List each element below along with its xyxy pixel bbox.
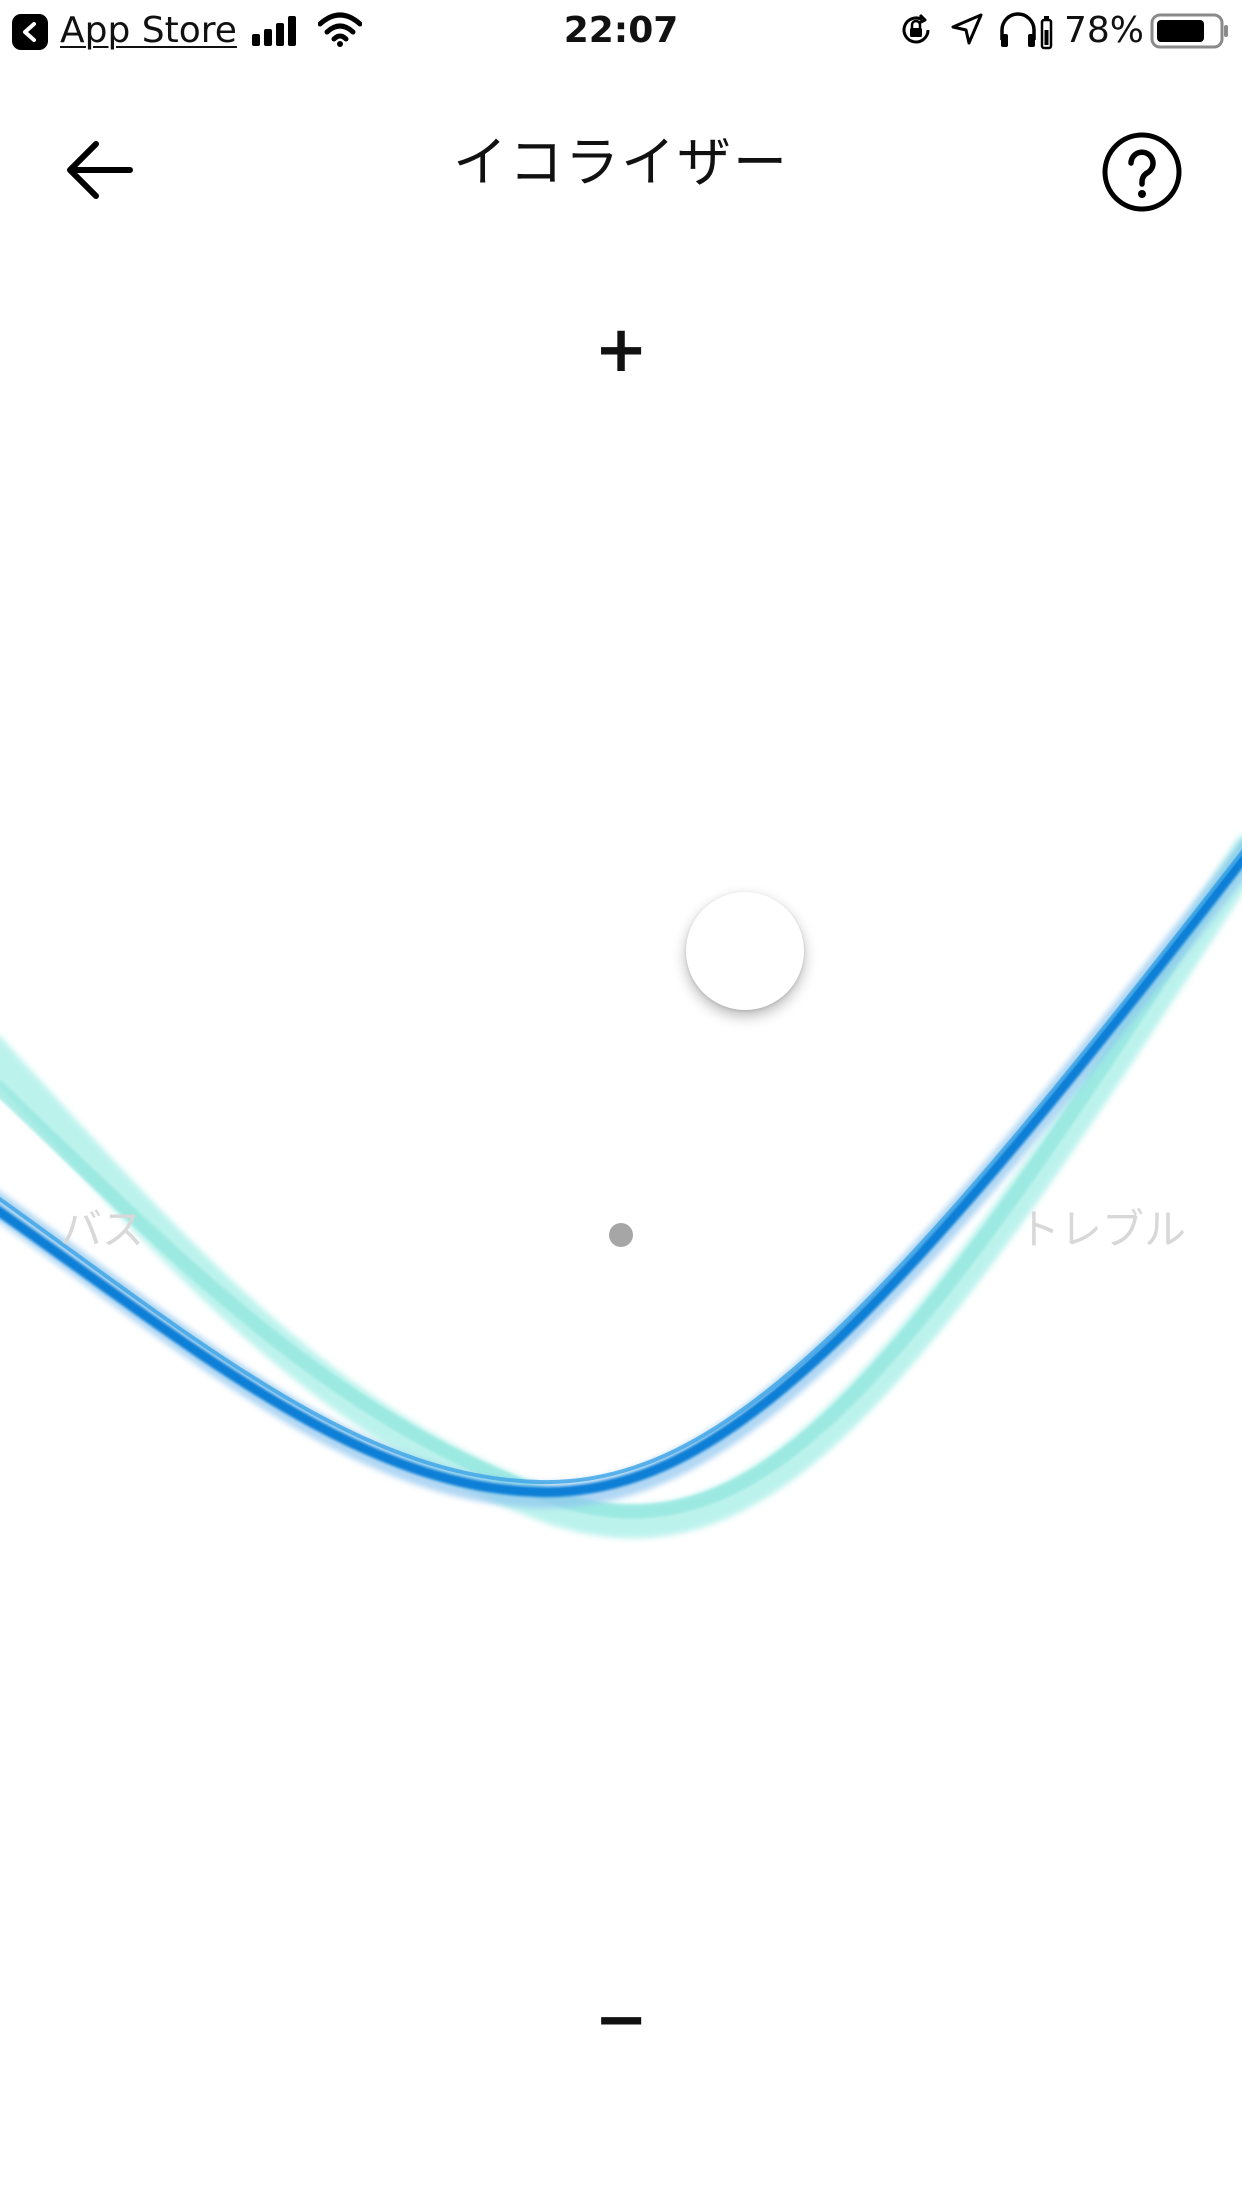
treble-label: トレブル [1018,1205,1187,1254]
plus-label: + [594,313,648,387]
eq-handle[interactable] [686,892,804,1010]
center-dot [609,1223,633,1247]
bass-label: バス [60,1205,145,1254]
minus-label: − [594,1983,648,2057]
equalizer-area[interactable]: + バス トレブル − [0,0,1242,2208]
